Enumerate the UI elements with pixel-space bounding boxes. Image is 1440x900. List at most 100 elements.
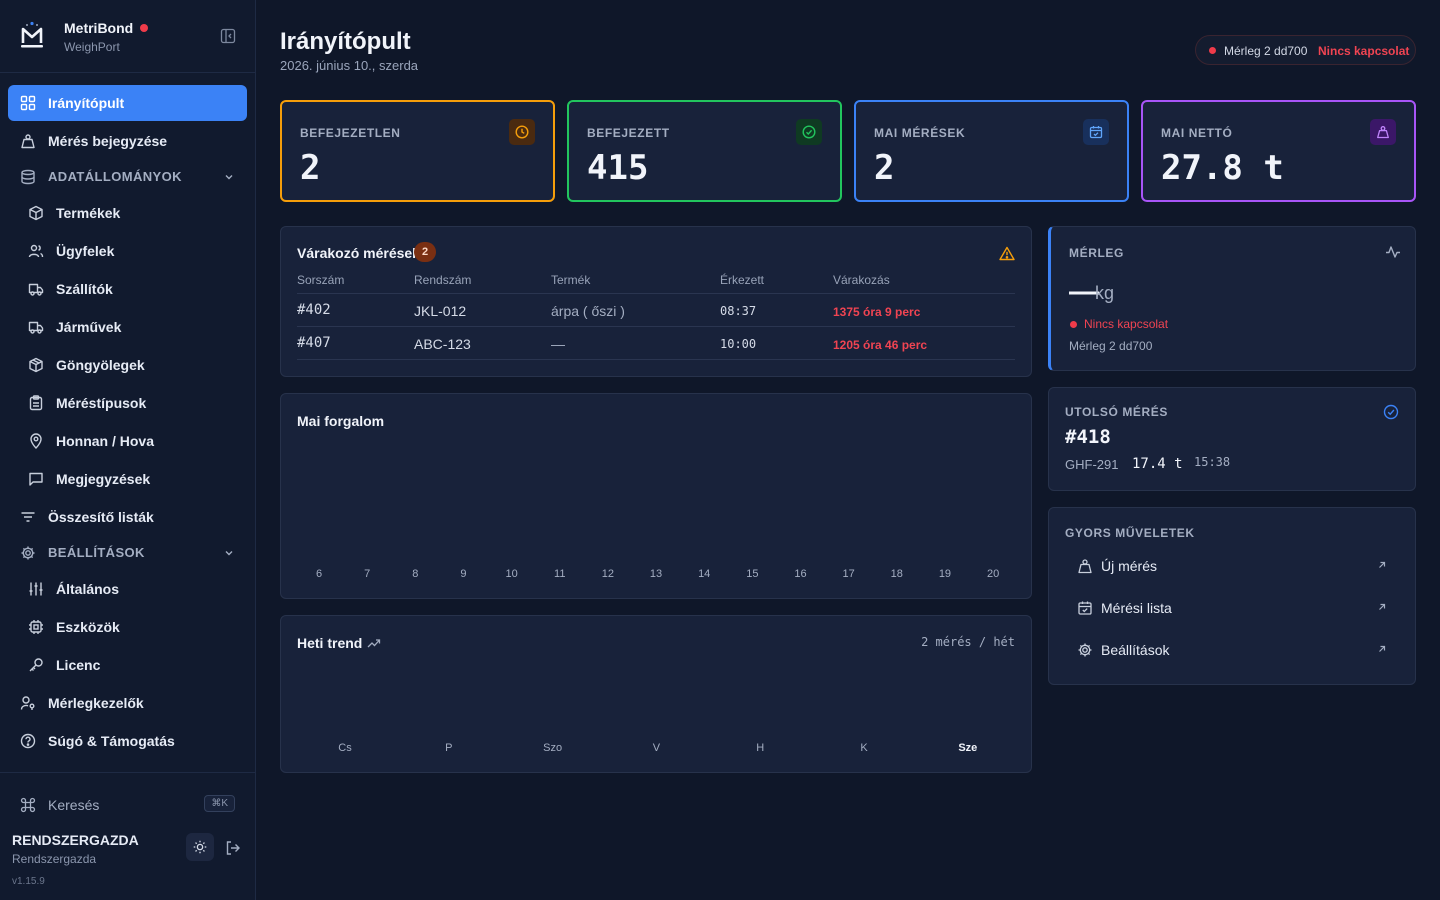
stat-icon-box (1370, 119, 1396, 145)
sidebar-item-license[interactable]: Licenc (8, 647, 247, 683)
box-icon (29, 205, 43, 221)
sidebar-item-help[interactable]: Súgó & Támogatás (8, 723, 247, 759)
map-pin-icon (30, 433, 42, 449)
sidebar-item-label: Járművek (56, 319, 122, 335)
stat-value: 415 (587, 148, 649, 188)
row-arrived: 10:00 (720, 337, 757, 351)
gear-icon (1078, 643, 1092, 657)
page-date: 2026. június 10., szerda (280, 58, 419, 73)
hour-tick-label: 18 (890, 568, 903, 580)
row-wait: 1375 óra 9 perc (833, 305, 921, 319)
user-key-icon (20, 696, 35, 710)
stat-card-today-net: MAI NETTÓ 27.8 t (1141, 100, 1416, 202)
sidebar-item-operators[interactable]: Mérlegkezelők (8, 685, 247, 721)
hour-tick-label: 14 (698, 568, 711, 580)
weight-icon (21, 134, 35, 149)
sidebar-section-settings[interactable]: BEÁLLÍTÁSOK (8, 535, 247, 571)
sidebar-section-data[interactable]: ADATÁLLOMÁNYOK (8, 159, 247, 195)
last-weighing-card[interactable]: UTOLSÓ MÉRÉS #418 GHF-291 17.4 t 15:38 (1048, 387, 1416, 491)
connection-status-pill[interactable]: Mérleg 2 dd700 Nincs kapcsolat (1195, 35, 1416, 65)
sidebar-item-summary-lists[interactable]: Összesítő listák (8, 499, 247, 535)
theme-toggle-button[interactable] (186, 833, 214, 861)
stat-value: 2 (300, 148, 321, 188)
table-divider (297, 293, 1015, 294)
stat-icon-box (509, 119, 535, 145)
hour-tick-label: 17 (842, 568, 855, 580)
chevron-down-icon (225, 175, 233, 180)
sidebar-item-label: Eszközök (56, 619, 120, 635)
row-id: #407 (297, 335, 331, 351)
last-weighing-weight: 17.4 t (1132, 456, 1183, 472)
sidebar-item-customers[interactable]: Ügyfelek (8, 233, 247, 269)
quick-actions-title: GYORS MŰVELETEK (1065, 526, 1195, 540)
pending-count-badge: 2 (414, 242, 436, 262)
page-title: Irányítópult (280, 28, 411, 55)
calendar-check-icon (1089, 126, 1103, 139)
last-weighing-id: #418 (1065, 426, 1111, 448)
column-header: Sorszám (297, 273, 345, 287)
quick-action-new-weighing[interactable]: Új mérés (1065, 548, 1399, 584)
quick-action-settings[interactable]: Beállítások (1065, 632, 1399, 668)
quick-action-weighing-list[interactable]: Mérési lista (1065, 590, 1399, 626)
column-header: Termék (551, 273, 591, 287)
truck-icon (28, 283, 44, 296)
sidebar: MetriBond WeighPort Irányítópult Mérés b… (0, 0, 256, 900)
search-button[interactable]: Keresés ⌘K (20, 795, 235, 815)
sidebar-item-new-weighing[interactable]: Mérés bejegyzése (8, 123, 247, 159)
sidebar-item-label: Súgó & Támogatás (48, 733, 175, 749)
today-traffic-card: Mai forgalom 6 7 8 9 10 11 12 13 14 15 16 17 18 19 20 (280, 393, 1032, 599)
stat-title: MAI NETTÓ (1161, 126, 1233, 140)
help-circle-icon (20, 733, 36, 749)
search-label: Keresés (48, 797, 100, 813)
row-arrived: 08:37 (720, 304, 757, 318)
scale-title: MÉRLEG (1069, 246, 1124, 260)
clipboard-icon (29, 395, 43, 411)
sidebar-item-weighing-types[interactable]: Méréstípusok (8, 385, 247, 421)
weight-icon (1377, 126, 1389, 139)
sidebar-item-suppliers[interactable]: Szállítók (8, 271, 247, 307)
status-dot (1070, 321, 1077, 328)
brand-status-dot (140, 24, 148, 32)
brand-name: MetriBond (64, 20, 134, 36)
sidebar-item-dashboard[interactable]: Irányítópult (8, 85, 247, 121)
collapse-sidebar-icon[interactable] (220, 28, 236, 44)
column-header: Várakozás (833, 273, 890, 287)
activity-icon (1386, 246, 1400, 258)
sidebar-item-products[interactable]: Termékek (8, 195, 247, 231)
stat-card-today-weighings: MAI MÉRÉSEK 2 (854, 100, 1129, 202)
sidebar-item-label: Összesítő listák (48, 509, 154, 525)
logout-icon[interactable] (225, 840, 241, 856)
warning-icon (999, 246, 1015, 261)
clock-icon (515, 125, 529, 139)
search-shortcut-badge: ⌘K (204, 795, 235, 812)
scale-name: Mérleg 2 dd700 (1224, 44, 1308, 58)
app-version: v1.15.9 (12, 876, 45, 887)
sidebar-item-vehicles[interactable]: Járművek (8, 309, 247, 345)
card-title: Heti trend (297, 635, 363, 651)
stat-card-completed: BEFEJEZETT 415 (567, 100, 842, 202)
row-wait: 1205 óra 46 perc (833, 338, 928, 352)
sun-icon (193, 840, 207, 854)
row-id: #402 (297, 302, 331, 318)
hour-tick-label: 11 (554, 568, 566, 580)
user-name: RENDSZERGAZDA (12, 832, 139, 848)
row-product: — (551, 336, 565, 352)
sidebar-item-packaging[interactable]: Göngyölegek (8, 347, 247, 383)
hour-tick-label: 19 (938, 568, 952, 580)
message-square-icon (29, 472, 43, 486)
sidebar-item-devices[interactable]: Eszközök (8, 609, 247, 645)
stat-value: 2 (874, 148, 895, 188)
last-weighing-time: 15:38 (1194, 455, 1231, 469)
table-divider (297, 359, 1015, 360)
hour-tick-label: 12 (601, 568, 615, 580)
hour-tick-label: 7 (364, 568, 371, 580)
gear-icon (21, 546, 35, 560)
hour-tick-label: 15 (746, 568, 759, 580)
sidebar-item-general[interactable]: Általános (8, 571, 247, 607)
calendar-check-icon (1078, 601, 1092, 615)
sidebar-item-notes[interactable]: Megjegyzések (8, 461, 247, 497)
sidebar-item-from-to[interactable]: Honnan / Hova (8, 423, 247, 459)
stat-icon-box (1083, 119, 1109, 145)
card-title: Mai forgalom (297, 413, 385, 429)
sidebar-item-label: Ügyfelek (56, 243, 115, 259)
